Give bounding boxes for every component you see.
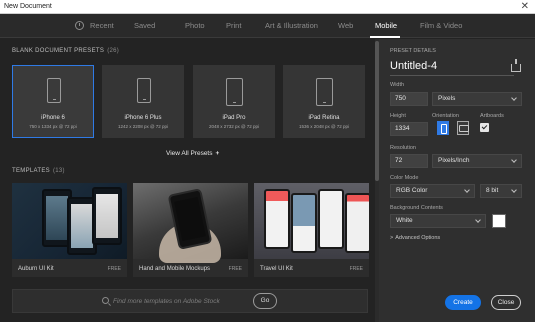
blank-presets-count: (26) (107, 48, 120, 54)
template-thumbnail (133, 183, 248, 263)
artboards-checkbox[interactable] (480, 123, 489, 132)
templates-count: (13) (52, 168, 65, 174)
bit-depth-value: 8 bit (486, 187, 499, 194)
background-contents-label: Background Contents (390, 205, 443, 211)
search-icon (102, 297, 109, 304)
preset-size: 750 x 1334 px @ 72 ppi (29, 124, 77, 129)
portrait-orientation-icon[interactable] (437, 121, 449, 135)
preset-details-heading: PRESET DETAILS (390, 48, 436, 54)
orientation-label: Orientation (432, 113, 459, 119)
close-button[interactable]: Close (491, 295, 521, 310)
template-thumbnail (12, 183, 127, 259)
background-color-swatch[interactable] (492, 214, 506, 228)
phone-icon (47, 78, 61, 103)
active-tab-indicator (370, 36, 400, 38)
template-card-auburn[interactable]: Auburn UI Kit FREE (12, 183, 127, 277)
tablet-icon (226, 78, 243, 106)
chevron-down-icon (475, 217, 481, 223)
template-name: Auburn UI Kit (18, 266, 54, 272)
background-contents-select[interactable]: White (390, 214, 486, 228)
tab-mobile[interactable]: Mobile (375, 21, 397, 30)
template-free-badge: FREE (349, 266, 363, 272)
color-mode-value: RGB Color (396, 187, 428, 194)
tab-web[interactable]: Web (338, 21, 353, 30)
resolution-unit-value: Pixels/Inch (438, 157, 470, 164)
templates-heading: TEMPLATES (13) (12, 168, 65, 174)
document-name-field[interactable]: Untitled-4 (390, 60, 514, 76)
advanced-options-label: Advanced Options (395, 235, 441, 241)
chevron-down-icon (464, 187, 470, 193)
go-button[interactable]: Go (253, 293, 277, 309)
presets-panel: BLANK DOCUMENT PRESETS (26) iPhone 6 750 … (0, 39, 375, 322)
artboards-label: Artboards (480, 113, 504, 119)
tablet-icon (316, 78, 333, 106)
resolution-input[interactable]: 72 (390, 154, 428, 168)
preset-details-panel: PRESET DETAILS Untitled-4 Width 750 Pixe… (379, 39, 535, 322)
template-thumbnail (254, 183, 369, 259)
template-free-badge: FREE (228, 266, 242, 272)
resolution-label: Resolution (390, 145, 416, 151)
templates-title: TEMPLATES (12, 168, 50, 174)
color-mode-label: Color Mode (390, 175, 419, 181)
chevron-right-icon: > (390, 235, 394, 241)
preset-name: iPad Retina (308, 115, 340, 121)
bit-depth-select[interactable]: 8 bit (480, 184, 522, 198)
window-title: New Document (4, 3, 52, 10)
tab-film-video[interactable]: Film & Video (420, 21, 462, 30)
template-name: Hand and Mobile Mockups (139, 266, 211, 272)
preset-iphone-6[interactable]: iPhone 6 750 x 1334 px @ 72 ppi (12, 65, 94, 138)
preset-size: 2048 x 2732 px @ 72 ppi (208, 124, 260, 129)
preset-size: 1536 x 2048 px @ 72 ppi (298, 124, 350, 129)
adobe-stock-search-input[interactable] (113, 295, 253, 307)
tab-photo[interactable]: Photo (185, 21, 205, 30)
phone-icon (137, 78, 151, 103)
create-button[interactable]: Create (445, 295, 481, 310)
width-input[interactable]: 750 (390, 92, 428, 106)
preset-ipad-retina[interactable]: iPad Retina 1536 x 2048 px @ 72 ppi (283, 65, 365, 138)
blank-presets-title: BLANK DOCUMENT PRESETS (12, 48, 105, 54)
height-input[interactable]: 1334 (390, 122, 428, 136)
view-all-presets-label: View All Presets (166, 150, 213, 157)
landscape-orientation-icon[interactable] (457, 121, 469, 135)
tab-art-illustration[interactable]: Art & Illustration (265, 21, 318, 30)
template-name: Travel UI Kit (260, 266, 293, 272)
preset-name: iPhone 6 (41, 115, 65, 121)
preset-name: iPad Pro (222, 115, 246, 121)
tab-print[interactable]: Print (226, 21, 241, 30)
save-preset-icon[interactable] (511, 59, 521, 72)
adobe-stock-search-bar: Go (12, 289, 368, 313)
chevron-down-icon (511, 157, 517, 163)
preset-ipad-pro[interactable]: iPad Pro 2048 x 2732 px @ 72 ppi (193, 65, 275, 138)
preset-size: 1242 x 2208 px @ 72 ppi (117, 124, 169, 129)
chevron-down-icon (511, 95, 517, 101)
view-all-presets-link[interactable]: View All Presets + (166, 150, 219, 157)
resolution-unit-select[interactable]: Pixels/Inch (432, 154, 522, 168)
background-contents-value: White (396, 217, 413, 224)
preset-iphone-6-plus[interactable]: iPhone 6 Plus 1242 x 2208 px @ 72 ppi (102, 65, 184, 138)
template-card-travel-ui[interactable]: Travel UI Kit FREE (254, 183, 369, 277)
template-free-badge: FREE (107, 266, 121, 272)
width-unit-select[interactable]: Pixels (432, 92, 522, 106)
width-label: Width (390, 82, 405, 88)
title-bar: New Document ✕ (0, 0, 535, 14)
tab-recent[interactable]: Recent (90, 21, 114, 30)
color-mode-select[interactable]: RGB Color (390, 184, 475, 198)
advanced-options-toggle[interactable]: > Advanced Options (390, 235, 440, 241)
width-unit-value: Pixels (438, 95, 456, 102)
tab-saved[interactable]: Saved (134, 21, 155, 30)
window-close-icon[interactable]: ✕ (521, 1, 529, 13)
plus-icon: + (215, 150, 220, 157)
preset-name: iPhone 6 Plus (124, 115, 162, 121)
chevron-down-icon (511, 187, 517, 193)
height-label: Height (390, 113, 406, 119)
template-card-hand-mockups[interactable]: Hand and Mobile Mockups FREE (133, 183, 248, 277)
clock-icon (75, 21, 84, 30)
category-tabs: Recent Saved Photo Print Art & Illustrat… (0, 14, 535, 38)
blank-presets-heading: BLANK DOCUMENT PRESETS (26) (12, 48, 119, 54)
